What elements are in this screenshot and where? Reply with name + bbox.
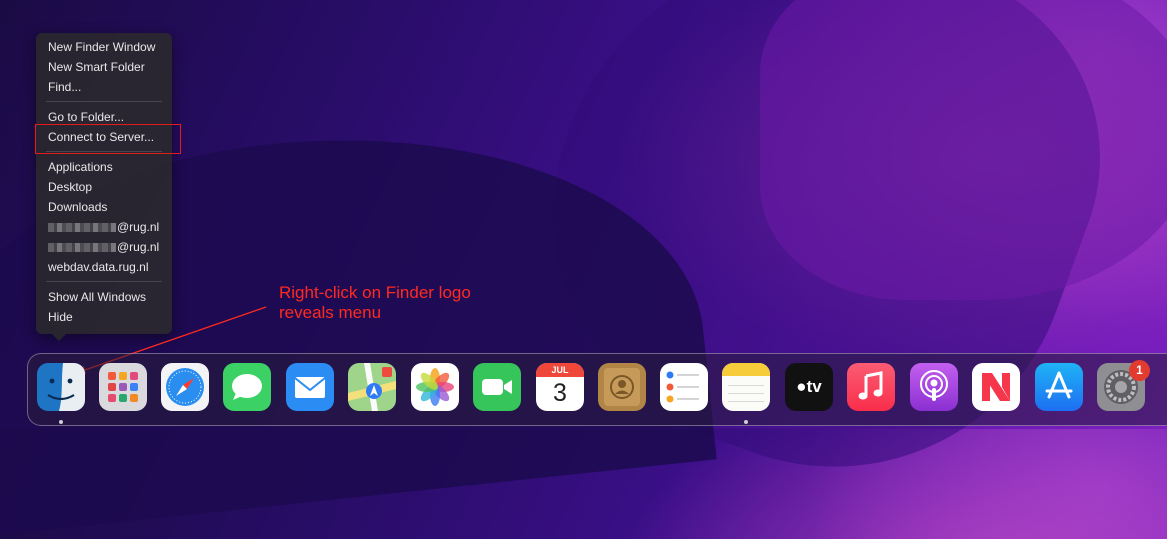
news-icon[interactable] xyxy=(972,363,1020,411)
photos-icon[interactable] xyxy=(411,363,459,411)
calendar-month: JUL xyxy=(536,363,584,377)
launchpad-icon[interactable] xyxy=(99,363,147,411)
podcasts-icon[interactable] xyxy=(910,363,958,411)
calendar-icon[interactable]: JUL 3 xyxy=(536,363,584,411)
music-icon[interactable] xyxy=(847,363,895,411)
running-indicator xyxy=(744,420,748,424)
maps-icon[interactable] xyxy=(348,363,396,411)
reminders-icon[interactable] xyxy=(660,363,708,411)
notification-badge: 1 xyxy=(1129,360,1150,381)
app-store-icon[interactable] xyxy=(1035,363,1083,411)
apple-logo-icon: ● xyxy=(796,377,807,396)
notes-icon[interactable] xyxy=(722,363,770,411)
messages-icon[interactable] xyxy=(223,363,271,411)
finder-icon[interactable] xyxy=(37,363,85,411)
facetime-icon[interactable] xyxy=(473,363,521,411)
calendar-day: 3 xyxy=(553,379,567,407)
tv-label: tv xyxy=(806,377,822,396)
apple-tv-icon[interactable]: ●tv xyxy=(785,363,833,411)
running-indicator xyxy=(59,420,63,424)
mail-icon[interactable] xyxy=(286,363,334,411)
safari-icon[interactable] xyxy=(161,363,209,411)
contacts-icon[interactable] xyxy=(598,363,646,411)
